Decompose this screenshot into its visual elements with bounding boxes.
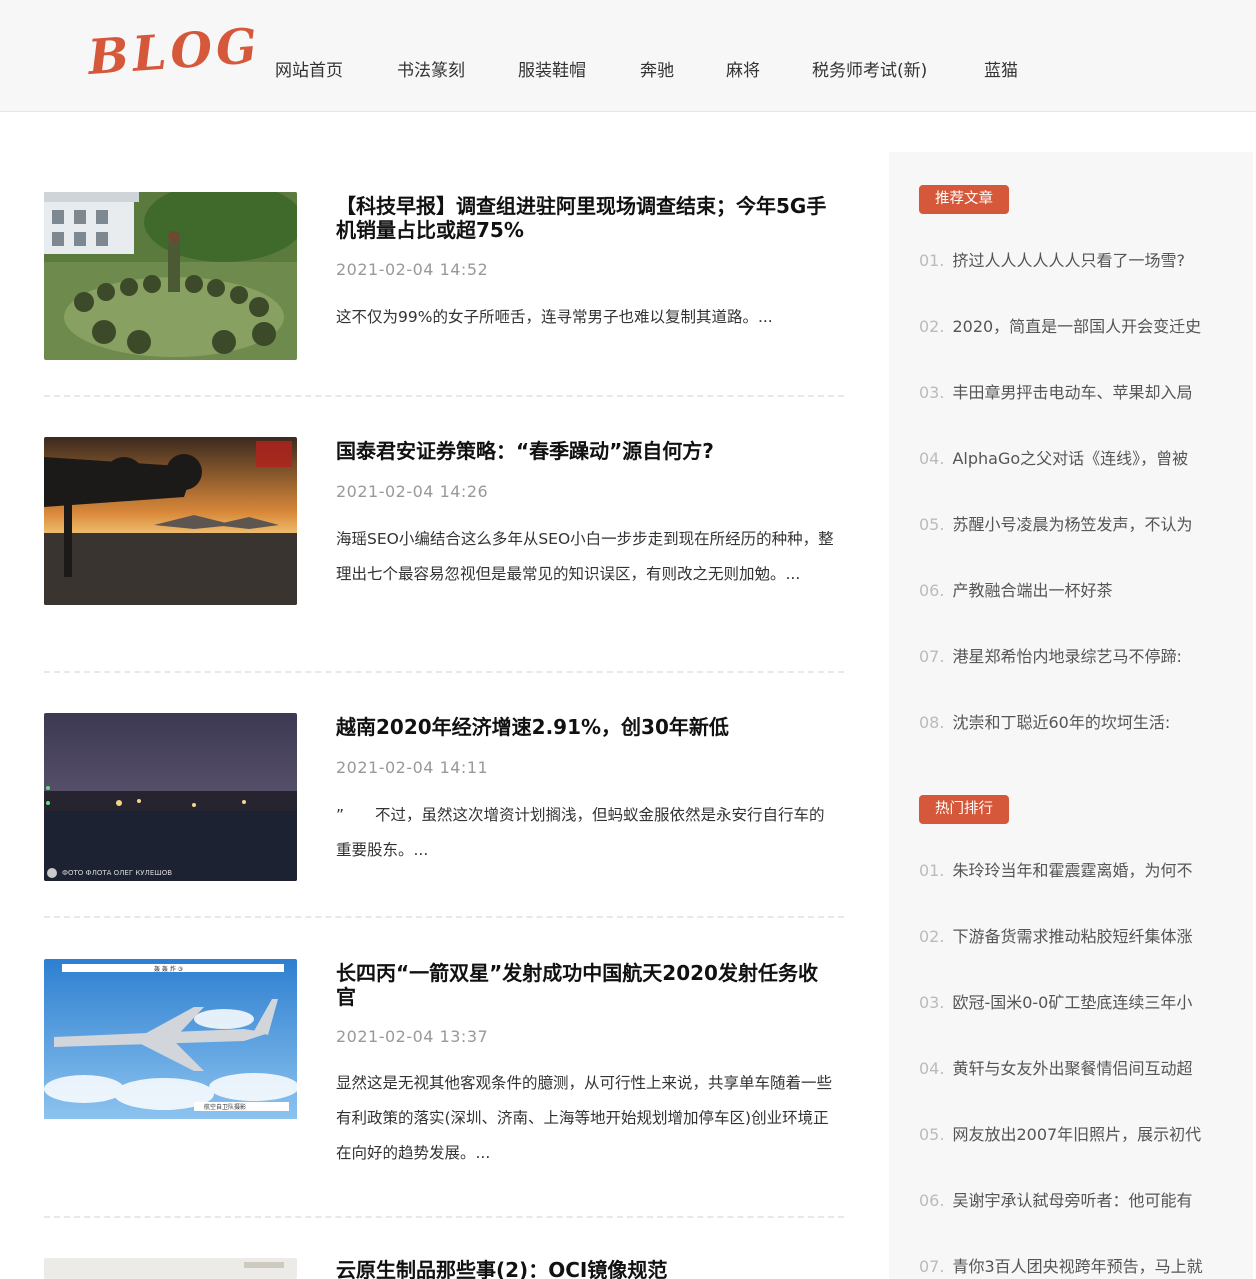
recommended-item[interactable]: 05. 苏醒小号凌晨为杨笠发声，不认为 bbox=[919, 511, 1219, 535]
hot-item[interactable]: 04. 黄轩与女友外出聚餐情侣间互动超 bbox=[919, 1055, 1219, 1079]
item-number: 07. bbox=[919, 1257, 945, 1276]
hot-item[interactable]: 07. 青你3百人团央视跨年预告，马上就 bbox=[919, 1253, 1219, 1277]
article-date: 2021-02-04 14:52 bbox=[336, 260, 489, 279]
item-number: 08. bbox=[919, 713, 945, 732]
item-title: 黄轩与女友外出聚餐情侣间互动超 bbox=[952, 1059, 1193, 1078]
item-title: 沈崇和丁聪近60年的坎坷生活: bbox=[952, 713, 1171, 732]
site-header: BLOG 网站首页 书法篆刻 服装鞋帽 奔驰 麻将 税务师考试(新) 蓝猫 bbox=[0, 0, 1256, 112]
article-title[interactable]: 越南2020年经济增速2.91%，创30年新低 bbox=[336, 715, 836, 739]
nav-item-benz[interactable]: 奔驰 bbox=[640, 56, 674, 81]
item-title: 挤过人人人人人人只看了一场雪? bbox=[952, 251, 1185, 270]
recommended-item[interactable]: 01. 挤过人人人人人人只看了一场雪? bbox=[919, 247, 1219, 271]
hot-ranking-heading: 热门排行 bbox=[919, 795, 1009, 824]
item-number: 01. bbox=[919, 861, 945, 880]
recommended-item[interactable]: 07. 港星郑希怡内地录综艺马不停蹄: bbox=[919, 643, 1219, 667]
item-number: 02. bbox=[919, 317, 945, 336]
article-summary: 海瑶SEO小编结合这么多年从SEO小白一步步走到现在所经历的种种，整理出七个最容… bbox=[336, 530, 834, 583]
item-title: 青你3百人团央视跨年预告，马上就 bbox=[952, 1257, 1203, 1276]
article-title[interactable]: 云原生制品那些事(2)：OCI镜像规范 bbox=[336, 1258, 836, 1279]
site-logo[interactable]: BLOG bbox=[86, 18, 263, 86]
article-item: 云原生制品那些事(2)：OCI镜像规范 bbox=[44, 1258, 844, 1279]
article-item: 国泰君安证券策略：“春季躁动”源自何方? 2021-02-04 14:26 海瑶… bbox=[44, 437, 844, 637]
article-thumbnail[interactable] bbox=[44, 1258, 297, 1279]
article-thumbnail[interactable]: 轰 轰 炸 ③ 航空自卫队摄影 bbox=[44, 959, 297, 1127]
nav-item-calligraphy[interactable]: 书法篆刻 bbox=[397, 56, 465, 81]
divider bbox=[44, 395, 844, 397]
article-title[interactable]: 国泰君安证券策略：“春季躁动”源自何方? bbox=[336, 439, 836, 463]
item-title: 港星郑希怡内地录综艺马不停蹄: bbox=[952, 647, 1182, 666]
divider bbox=[44, 1216, 844, 1218]
recommended-item[interactable]: 08. 沈崇和丁聪近60年的坎坷生活: bbox=[919, 709, 1219, 733]
hot-item[interactable]: 06. 吴谢宇承认弑母旁听者：他可能有 bbox=[919, 1187, 1219, 1211]
article-thumbnail[interactable] bbox=[44, 192, 297, 360]
item-title: AlphaGo之父对话《连线》，曾被 bbox=[952, 449, 1189, 468]
photo-credit: ФОТО ФЛОТА ОЛЕГ КУЛЕШОВ bbox=[62, 869, 172, 877]
recommended-item[interactable]: 03. 丰田章男抨击电动车、苹果却入局 bbox=[919, 379, 1219, 403]
divider bbox=[44, 916, 844, 918]
article-summary: ” 不过，虽然这次增资计划搁浅，但蚂蚁金服依然是永安行自行车的重要股东。... bbox=[336, 806, 825, 859]
article-summary: 显然这是无视其他客观条件的臆测，从可行性上来说，共享单车随着一些有利政策的落实(… bbox=[336, 1074, 833, 1162]
item-title: 2020，简直是一部国人开会变迁史 bbox=[952, 317, 1202, 336]
item-title: 苏醒小号凌晨为杨笠发声，不认为 bbox=[952, 515, 1193, 534]
article-title[interactable]: 长四丙“一箭双星”发射成功中国航天2020发射任务收官 bbox=[336, 961, 836, 1009]
item-number: 06. bbox=[919, 1191, 945, 1210]
article-date: 2021-02-04 13:37 bbox=[336, 1027, 489, 1046]
item-number: 06. bbox=[919, 581, 945, 600]
item-title: 下游备货需求推动粘胶短纤集体涨 bbox=[952, 927, 1193, 946]
hot-item[interactable]: 05. 网友放出2007年旧照片，展示初代 bbox=[919, 1121, 1219, 1145]
sidebar: 推荐文章 01. 挤过人人人人人人只看了一场雪? 02. 2020，简直是一部国人开… bbox=[889, 152, 1253, 1279]
article-date: 2021-02-04 14:11 bbox=[336, 758, 489, 777]
article-title[interactable]: 【科技早报】调查组进驻阿里现场调查结束；今年5G手机销量占比或超75% bbox=[336, 194, 836, 242]
item-number: 03. bbox=[919, 993, 945, 1012]
item-title: 朱玲玲当年和霍震霆离婚，为何不 bbox=[952, 861, 1193, 880]
recommended-item[interactable]: 06. 产教融合端出一杯好茶 bbox=[919, 577, 1219, 601]
item-number: 05. bbox=[919, 515, 945, 534]
thumb-bottom-caption: 航空自卫队摄影 bbox=[204, 1103, 246, 1111]
item-number: 04. bbox=[919, 1059, 945, 1078]
recommended-heading: 推荐文章 bbox=[919, 185, 1009, 214]
item-title: 欧冠-国米0-0矿工垫底连续三年小 bbox=[952, 993, 1193, 1012]
article-item: 轰 轰 炸 ③ 航空自卫队摄影 长四丙“一箭双星”发射成功中国航天2020发射任… bbox=[44, 959, 844, 1179]
nav-item-blue-cat[interactable]: 蓝猫 bbox=[984, 56, 1018, 81]
hot-item[interactable]: 02. 下游备货需求推动粘胶短纤集体涨 bbox=[919, 923, 1219, 947]
item-number: 02. bbox=[919, 927, 945, 946]
item-title: 吴谢宇承认弑母旁听者：他可能有 bbox=[952, 1191, 1193, 1210]
hot-item[interactable]: 03. 欧冠-国米0-0矿工垫底连续三年小 bbox=[919, 989, 1219, 1013]
recommended-item[interactable]: 04. AlphaGo之父对话《连线》，曾被 bbox=[919, 445, 1219, 469]
item-number: 03. bbox=[919, 383, 945, 402]
article-item: ФОТО ФЛОТА ОЛЕГ КУЛЕШОВ 越南2020年经济增速2.91%… bbox=[44, 713, 844, 883]
article-item: 【科技早报】调查组进驻阿里现场调查结束；今年5G手机销量占比或超75% 2021… bbox=[44, 192, 844, 362]
nav-item-home[interactable]: 网站首页 bbox=[275, 56, 343, 81]
item-number: 04. bbox=[919, 449, 945, 468]
nav-item-tax-exam[interactable]: 税务师考试(新) bbox=[812, 56, 927, 81]
item-title: 网友放出2007年旧照片，展示初代 bbox=[952, 1125, 1202, 1144]
article-thumbnail[interactable] bbox=[44, 437, 297, 605]
item-title: 产教融合端出一杯好茶 bbox=[952, 581, 1113, 600]
item-title: 丰田章男抨击电动车、苹果却入局 bbox=[952, 383, 1193, 402]
item-number: 05. bbox=[919, 1125, 945, 1144]
article-summary: 这不仅为99%的女子所咂舌，连寻常男子也难以复制其道路。... bbox=[336, 308, 773, 326]
article-date: 2021-02-04 14:26 bbox=[336, 482, 489, 501]
nav-item-mahjong[interactable]: 麻将 bbox=[726, 56, 760, 81]
item-number: 01. bbox=[919, 251, 945, 270]
divider bbox=[44, 671, 844, 673]
recommended-item[interactable]: 02. 2020，简直是一部国人开会变迁史 bbox=[919, 313, 1219, 337]
hot-item[interactable]: 01. 朱玲玲当年和霍震霆离婚，为何不 bbox=[919, 857, 1219, 881]
article-thumbnail[interactable]: ФОТО ФЛОТА ОЛЕГ КУЛЕШОВ bbox=[44, 713, 297, 881]
nav-item-apparel[interactable]: 服装鞋帽 bbox=[518, 56, 586, 81]
item-number: 07. bbox=[919, 647, 945, 666]
thumb-top-caption: 轰 轰 炸 ③ bbox=[154, 965, 183, 973]
